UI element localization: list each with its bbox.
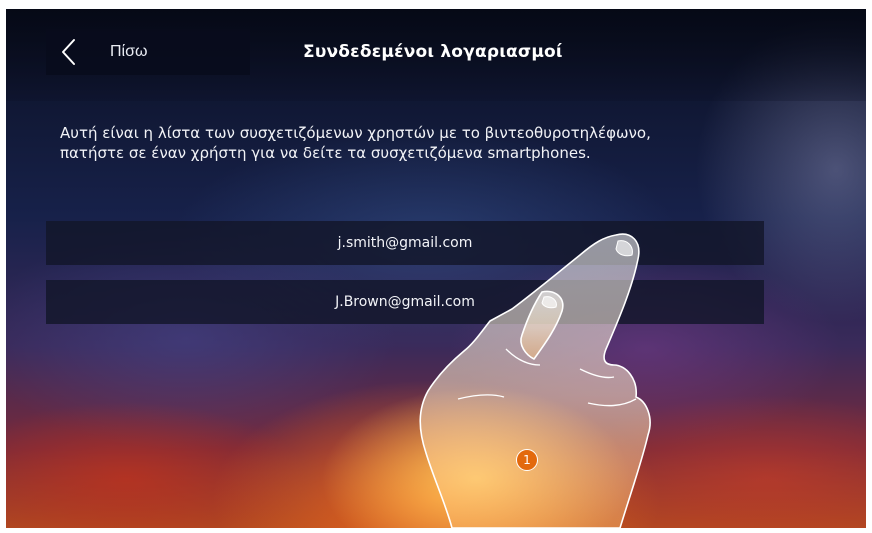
account-row-brown[interactable]: J.Brown@gmail.com — [46, 280, 764, 324]
page-title: Συνδεδεμένοι λογαριασμοί — [303, 42, 563, 62]
description-line-2: πατήστε σε έναν χρήστη για να δείτε τα σ… — [60, 144, 591, 162]
device-screen: Πίσω Συνδεδεμένοι λογαριασμοί Αυτή είναι… — [6, 9, 866, 528]
description-text: Αυτή είναι η λίστα των συσχετιζόμενων χρ… — [60, 123, 820, 163]
step-badge: 1 — [516, 449, 538, 471]
account-email: J.Brown@gmail.com — [335, 294, 475, 310]
back-label: Πίσω — [110, 43, 148, 60]
back-button[interactable]: Πίσω — [46, 29, 250, 75]
account-row-smith[interactable]: j.smith@gmail.com — [46, 221, 764, 265]
description-line-1: Αυτή είναι η λίστα των συσχετιζόμενων χρ… — [60, 124, 651, 142]
chevron-left-icon — [46, 29, 92, 75]
account-email: j.smith@gmail.com — [337, 235, 473, 251]
account-list: j.smith@gmail.com J.Brown@gmail.com — [46, 221, 764, 339]
top-bar: Πίσω Συνδεδεμένοι λογαριασμοί — [6, 9, 866, 101]
